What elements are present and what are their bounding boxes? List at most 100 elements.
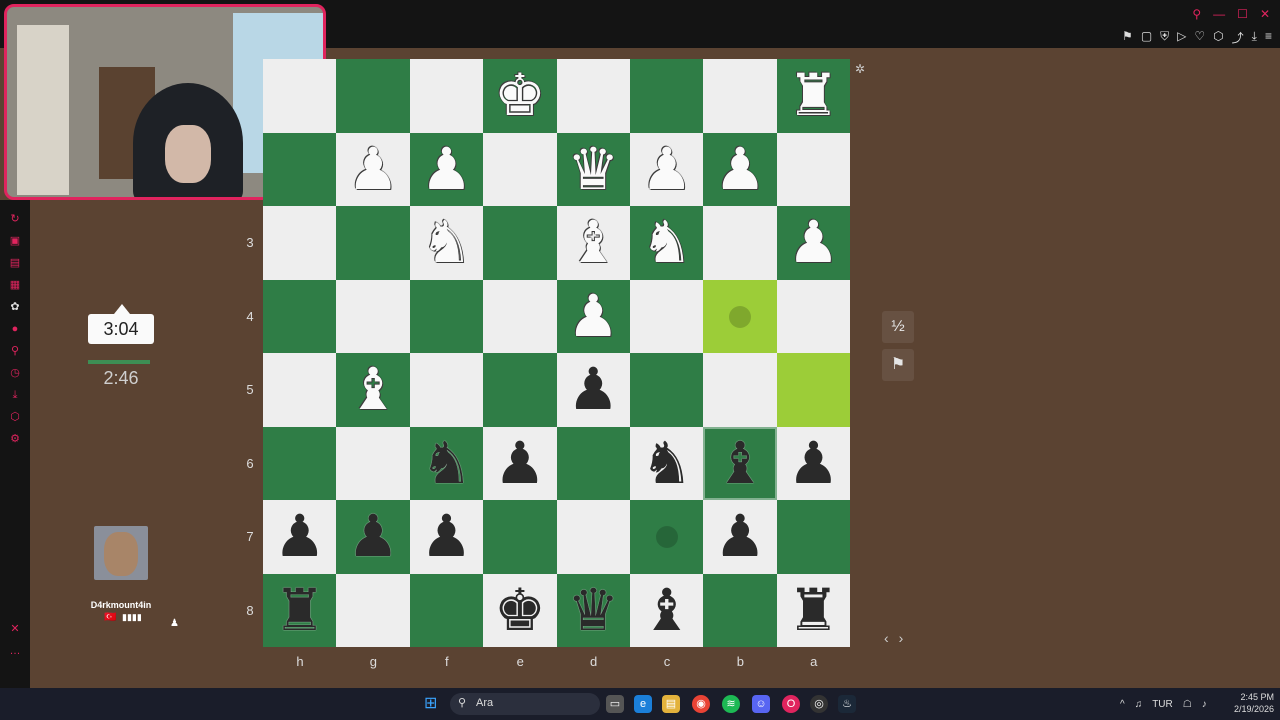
white-pawn[interactable]: ♟ <box>777 206 850 280</box>
edge-icon[interactable]: e <box>634 695 652 713</box>
next-move-icon[interactable]: › <box>899 630 904 646</box>
avatar[interactable] <box>94 526 148 580</box>
white-knight[interactable]: ♞ <box>630 206 703 280</box>
board-square-d3[interactable] <box>556 426 630 500</box>
gx-icon[interactable]: ✕ <box>0 618 30 640</box>
openai-icon[interactable]: ✿ <box>0 296 30 318</box>
language-indicator[interactable]: TUR <box>1152 699 1173 710</box>
board-square-c4[interactable] <box>630 353 704 427</box>
board-square-b6[interactable] <box>703 206 777 280</box>
white-bishop[interactable]: ♝ <box>557 206 630 280</box>
chrome-icon[interactable]: ◉ <box>692 695 710 713</box>
black-rook[interactable]: ♜ <box>777 574 850 648</box>
windows-start-icon[interactable]: ⊞ <box>424 695 442 713</box>
screenshot-icon[interactable]: ▢ <box>1141 29 1152 46</box>
bag-icon[interactable]: ▣ <box>0 230 30 252</box>
black-queen[interactable]: ♛ <box>557 574 630 648</box>
taskbar-date[interactable]: 2/19/2026 <box>1224 704 1274 714</box>
record-icon[interactable]: ● <box>0 318 30 340</box>
board-square-h3[interactable] <box>263 426 337 500</box>
board-square-a7[interactable] <box>776 132 851 206</box>
board-square-e5[interactable] <box>483 279 557 353</box>
board-square-b4[interactable] <box>703 353 777 427</box>
board-settings-icon[interactable]: ✲ <box>855 62 865 76</box>
board-square-a2[interactable] <box>776 500 851 574</box>
board-square-c8[interactable] <box>630 59 704 133</box>
board-square-g8[interactable] <box>336 59 410 133</box>
taskbar-search-box[interactable]: ⚲ Ara <box>450 693 600 715</box>
menu-icon[interactable]: ≡ <box>1265 29 1272 46</box>
board-square-d8[interactable] <box>556 59 630 133</box>
board-square-h7[interactable] <box>263 132 337 206</box>
board-square-h4[interactable] <box>263 353 337 427</box>
chess-board[interactable]: ♚ ♜ ♟ ♟ ♛ ♟ ♟ ♞ ♝ ♞ ♟ ♟ ♝ ♟ ♞ ♟ ♞ ♝ ♟ ♟ ♟ ♟ ♟ ♜ ♚ ♛ ♝ ♜ <box>263 59 851 648</box>
taskbar-time[interactable]: 2:45 PM <box>1230 692 1274 702</box>
black-pawn[interactable]: ♟ <box>483 427 556 501</box>
history-icon[interactable]: ◷ <box>0 362 30 384</box>
steam-icon[interactable]: ♨ <box>838 695 856 713</box>
board-square-d2[interactable] <box>556 500 630 574</box>
task-view-icon[interactable]: ▭ <box>606 695 624 713</box>
board-square-b8[interactable] <box>703 59 777 133</box>
board-square-c5[interactable] <box>630 279 704 353</box>
board-square-h6[interactable] <box>263 206 337 280</box>
discord-icon[interactable]: ☺ <box>752 695 770 713</box>
minimize-icon[interactable]: — <box>1213 7 1225 21</box>
maximize-icon[interactable]: ☐ <box>1237 7 1248 21</box>
white-pawn[interactable]: ♟ <box>410 133 483 207</box>
white-queen[interactable]: ♛ <box>557 133 630 207</box>
previous-move-icon[interactable]: ‹ <box>884 630 889 646</box>
spotify-icon[interactable]: ≋ <box>722 695 740 713</box>
file-explorer-icon[interactable]: ▤ <box>662 695 680 713</box>
board-square-b1[interactable] <box>703 573 777 647</box>
black-pawn[interactable]: ♟ <box>336 500 409 574</box>
black-knight[interactable]: ♞ <box>630 427 703 501</box>
black-pawn[interactable]: ♟ <box>557 353 630 427</box>
extensions-icon[interactable]: ⬡ <box>0 406 30 428</box>
board-square-a5[interactable] <box>776 279 851 353</box>
board-square-f5[interactable] <box>409 279 484 353</box>
video-icon[interactable]: ▤ <box>0 252 30 274</box>
board-square-h5[interactable] <box>263 279 337 353</box>
board-square-g3[interactable] <box>336 426 410 500</box>
black-rook[interactable]: ♜ <box>263 574 336 648</box>
refresh-icon[interactable]: ↻ <box>0 208 30 230</box>
draw-offer-button[interactable]: ½ <box>882 311 914 343</box>
calendar-icon[interactable]: ▦ <box>0 274 30 296</box>
board-square-f1[interactable] <box>409 573 484 647</box>
white-pawn[interactable]: ♟ <box>703 133 776 207</box>
resign-button[interactable]: ⚑ <box>882 349 914 381</box>
black-knight[interactable]: ♞ <box>410 427 483 501</box>
white-pawn[interactable]: ♟ <box>557 280 630 354</box>
volume-icon[interactable]: ♪ <box>1202 699 1207 710</box>
download-icon[interactable]: ⤓ <box>1252 29 1257 46</box>
black-pawn[interactable]: ♟ <box>410 500 483 574</box>
more-icon[interactable]: … <box>0 640 30 662</box>
board-square-e2[interactable] <box>483 500 557 574</box>
board-square-g6[interactable] <box>336 206 410 280</box>
board-square-g1[interactable] <box>336 573 410 647</box>
board-square-e4[interactable] <box>483 353 557 427</box>
black-king[interactable]: ♚ <box>483 574 556 648</box>
close-icon[interactable]: ✕ <box>1260 7 1270 21</box>
network-icon[interactable]: ☖ <box>1183 699 1192 710</box>
white-bishop[interactable]: ♝ <box>336 353 409 427</box>
download-icon[interactable]: ⤓ <box>0 384 30 406</box>
pin-icon[interactable]: ⚲ <box>0 340 30 362</box>
board-square-e7[interactable] <box>483 132 557 206</box>
black-pawn[interactable]: ♟ <box>777 427 850 501</box>
board-square-h8[interactable] <box>263 59 337 133</box>
black-pawn[interactable]: ♟ <box>263 500 336 574</box>
pin-icon[interactable]: ⚑ <box>1122 29 1133 46</box>
board-square-f8[interactable] <box>409 59 484 133</box>
heart-icon[interactable]: ♡ <box>1194 29 1205 46</box>
search-icon[interactable]: ⚲ <box>1192 7 1201 21</box>
shield-icon[interactable]: ⛨ <box>1160 29 1169 46</box>
chevron-up-icon[interactable]: ^ <box>1120 699 1125 710</box>
black-bishop[interactable]: ♝ <box>630 574 703 648</box>
extension-icon[interactable]: ⬡ <box>1213 29 1223 46</box>
app-icon[interactable]: ◎ <box>810 695 828 713</box>
settings-icon[interactable]: ⚙ <box>0 428 30 450</box>
board-square-f4[interactable] <box>409 353 484 427</box>
black-bishop[interactable]: ♝ <box>703 427 776 501</box>
